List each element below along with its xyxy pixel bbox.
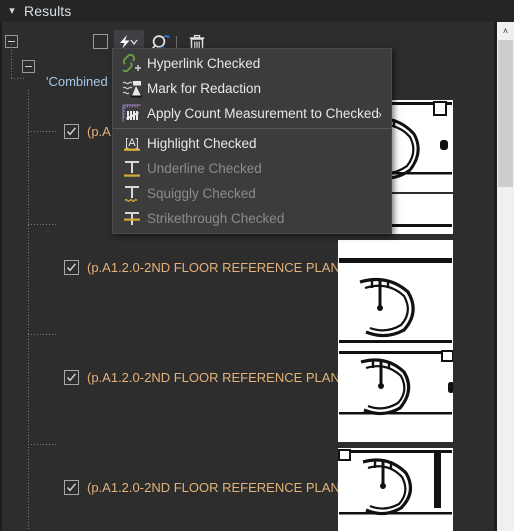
- chevron-right-icon: ›: [377, 106, 382, 121]
- tree-guide-line: [28, 444, 56, 445]
- menu-item-strikethrough-checked: Strikethrough Checked: [113, 206, 391, 231]
- redaction-icon: [117, 77, 147, 101]
- floor-plan-thumbnail-icon: [338, 240, 453, 352]
- select-all-checkbox[interactable]: [93, 34, 108, 49]
- thumbnail-preview[interactable]: [338, 448, 453, 531]
- menu-item-label: Apply Count Measurement to Checked: [147, 106, 379, 121]
- list-item-checkbox[interactable]: [64, 260, 79, 275]
- tree-guide-line: [11, 44, 12, 78]
- tree-guide-line: [28, 224, 56, 225]
- tree-guide-line: [28, 131, 56, 132]
- checkmark-icon: [66, 127, 76, 136]
- menu-separator: [113, 128, 391, 129]
- apply-actions-menu: Hyperlink Checked Mark for Redaction App…: [112, 48, 392, 234]
- menu-item-label: Hyperlink Checked: [147, 56, 261, 71]
- svg-text:[A]: [A]: [125, 137, 138, 149]
- menu-item-mark-for-redaction[interactable]: Mark for Redaction: [113, 76, 391, 101]
- hyperlink-add-icon: [117, 52, 147, 76]
- tree-guide-line: [11, 78, 25, 79]
- underline-icon: [117, 157, 147, 181]
- group-label: 'Combined: [46, 74, 108, 89]
- squiggly-icon: [117, 182, 147, 206]
- menu-item-underline-checked: Underline Checked: [113, 156, 391, 181]
- list-item-label: (p.A1.2.0-2ND FLOOR REFERENCE PLAN): [87, 480, 345, 495]
- tree-guide-line: [28, 334, 56, 335]
- menu-item-label: Strikethrough Checked: [147, 211, 285, 226]
- count-measurement-icon: [117, 102, 147, 126]
- menu-item-apply-count-measurement[interactable]: Apply Count Measurement to Checked ›: [113, 101, 391, 126]
- vertical-scrollbar[interactable]: ˄: [496, 22, 514, 531]
- strikethrough-icon: [117, 207, 147, 231]
- floor-plan-thumbnail-icon: [338, 350, 453, 442]
- menu-item-label: Squiggly Checked: [147, 186, 256, 201]
- checkmark-icon: [66, 373, 76, 382]
- menu-item-label: Highlight Checked: [147, 136, 257, 151]
- highlight-icon: [A]: [117, 132, 147, 156]
- menu-item-label: Mark for Redaction: [147, 81, 262, 96]
- list-item-checkbox[interactable]: [64, 370, 79, 385]
- checkmark-icon: [66, 483, 76, 492]
- chevron-down-icon[interactable]: ▾: [0, 5, 24, 17]
- menu-item-squiggly-checked: Squiggly Checked: [113, 181, 391, 206]
- menu-item-highlight-checked[interactable]: [A] Highlight Checked: [113, 131, 391, 156]
- scrollbar-thumb[interactable]: [498, 40, 513, 187]
- list-item-label: (p.A1.2.0-2ND FLOOR REFERENCE PLAN): [87, 370, 345, 385]
- scroll-up-arrow-icon[interactable]: ˄: [497, 22, 514, 39]
- tree-guide-line: [28, 90, 29, 531]
- checkmark-icon: [66, 263, 76, 272]
- panel-left-edge: [0, 22, 2, 531]
- list-item-checkbox[interactable]: [64, 480, 79, 495]
- floor-plan-thumbnail-icon: [338, 448, 453, 531]
- results-panel: ▾ Results 'Combined (p.A (p.A1.2.0-2ND F…: [0, 0, 514, 531]
- thumbnail-preview[interactable]: [338, 350, 453, 442]
- list-item-label: (p.A: [87, 124, 111, 139]
- list-item-label: (p.A1.2.0-2ND FLOOR REFERENCE PLAN): [87, 260, 345, 275]
- list-item-checkbox[interactable]: [64, 124, 79, 139]
- menu-item-hyperlink-checked[interactable]: Hyperlink Checked: [113, 51, 391, 76]
- page-title: Results: [24, 3, 72, 19]
- menu-item-label: Underline Checked: [147, 161, 262, 176]
- group-expander[interactable]: [22, 60, 35, 73]
- results-header: ▾ Results: [0, 0, 514, 22]
- thumbnail-preview[interactable]: [338, 240, 453, 352]
